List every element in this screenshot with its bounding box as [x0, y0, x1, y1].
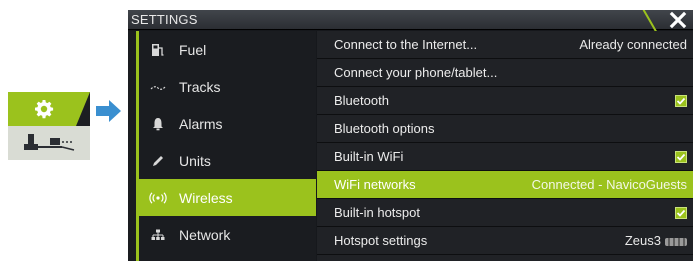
fuel-pump-icon	[145, 43, 171, 57]
menu-item-wireless[interactable]: Wireless	[139, 179, 316, 216]
menu-item-label: Units	[179, 152, 211, 169]
wireless-icon	[145, 191, 171, 204]
gear-icon	[35, 100, 54, 119]
row-builtin-wifi[interactable]: Built-in WiFi	[317, 143, 693, 171]
row-connect-phone[interactable]: Connect your phone/tablet...	[317, 59, 693, 87]
menu-item-label: Wireless	[179, 189, 233, 206]
settings-window: SETTINGS Fuel Tracks Alarms Units Wirele…	[128, 10, 693, 261]
tracks-icon	[145, 82, 171, 92]
menu-item-label: Network	[179, 226, 231, 243]
settings-menu: Fuel Tracks Alarms Units Wireless Networ…	[128, 31, 316, 261]
row-bluetooth[interactable]: Bluetooth	[317, 87, 693, 115]
redacted-text	[665, 237, 687, 246]
close-icon[interactable]	[669, 11, 687, 29]
pencil-icon	[145, 155, 171, 167]
row-bluetooth-options[interactable]: Bluetooth options	[317, 115, 693, 143]
settings-tile-illustration	[8, 92, 90, 160]
menu-item-alarms[interactable]: Alarms	[139, 105, 316, 142]
checkmark-icon	[676, 153, 686, 161]
row-connect-internet[interactable]: Connect to the Internet... Already conne…	[317, 31, 693, 59]
settings-tile-top	[8, 92, 90, 126]
row-label: Bluetooth	[334, 93, 389, 108]
row-label: Built-in WiFi	[334, 149, 404, 164]
row-hotspot-settings[interactable]: Hotspot settings Zeus3	[317, 227, 693, 255]
menu-item-label: Tracks	[179, 78, 221, 95]
row-value-wrap: Zeus3	[625, 233, 687, 248]
row-value: Already connected	[579, 37, 687, 52]
close-button[interactable]	[642, 10, 693, 33]
hotspot-name: Zeus3	[624, 233, 661, 248]
row-label: Hotspot settings	[334, 233, 428, 248]
row-label: Bluetooth options	[334, 121, 435, 136]
window-title: SETTINGS	[131, 12, 198, 27]
menu-item-network[interactable]: Network	[139, 216, 316, 253]
menu-item-label: Alarms	[179, 115, 223, 132]
row-builtin-hotspot[interactable]: Built-in hotspot	[317, 199, 693, 227]
builtin-wifi-checkbox[interactable]	[675, 150, 687, 163]
row-value: Connected - NavicoGuests	[531, 177, 687, 192]
row-wifi-networks[interactable]: WiFi networks Connected - NavicoGuests	[317, 171, 693, 199]
network-icon	[145, 229, 171, 241]
row-label: Built-in hotspot	[334, 205, 420, 220]
menu-item-fuel[interactable]: Fuel	[139, 31, 316, 68]
menu-item-units[interactable]: Units	[139, 142, 316, 179]
row-label: Connect your phone/tablet...	[334, 65, 498, 80]
builtin-hotspot-checkbox[interactable]	[675, 206, 687, 219]
bluetooth-checkbox[interactable]	[675, 94, 687, 107]
arrow-right-icon	[96, 100, 121, 122]
checkmark-icon	[676, 209, 686, 217]
menu-item-tracks[interactable]: Tracks	[139, 68, 316, 105]
title-bar-accent	[642, 10, 658, 33]
row-label: WiFi networks	[334, 177, 416, 192]
network-devices-icon	[24, 134, 75, 151]
settings-list: Connect to the Internet... Already conne…	[317, 31, 693, 261]
checkmark-icon	[676, 97, 686, 105]
row-label: Connect to the Internet...	[334, 37, 478, 52]
bell-icon	[145, 117, 171, 131]
title-bar: SETTINGS	[128, 10, 693, 33]
network-illustration	[8, 126, 90, 160]
menu-item-label: Fuel	[179, 41, 207, 58]
